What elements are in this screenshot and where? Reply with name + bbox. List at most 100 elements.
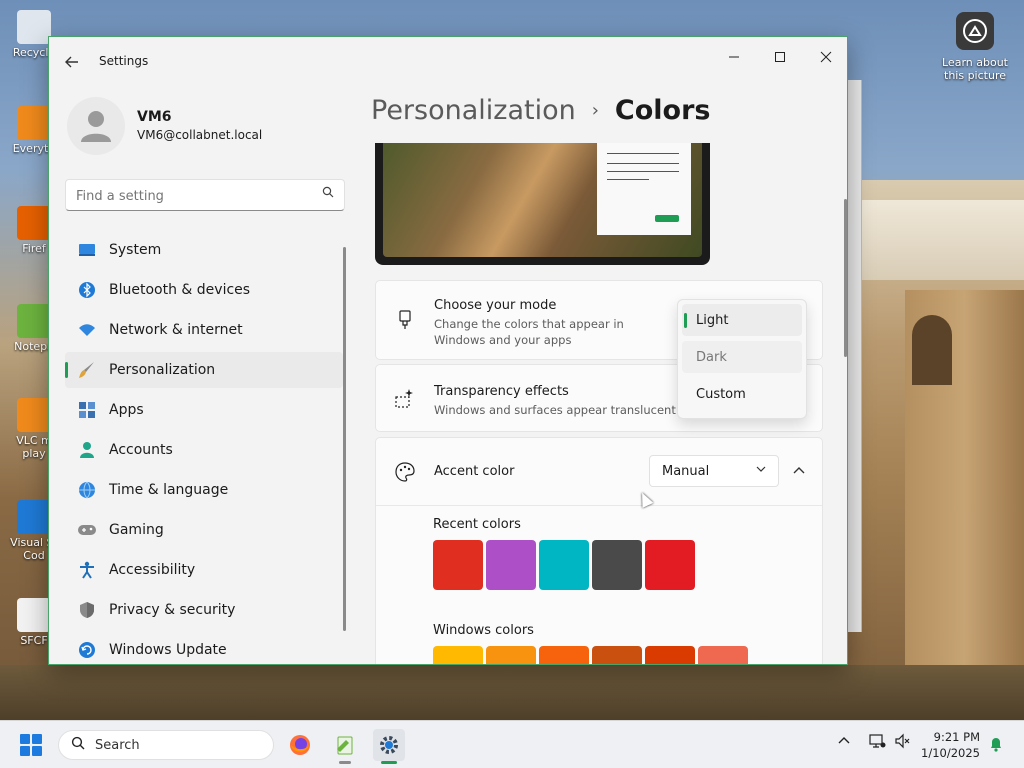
wifi-icon [77,320,97,340]
palette-icon [394,461,416,483]
mode-option-dark[interactable]: Dark [682,341,802,373]
search-input[interactable] [76,186,306,206]
app-icon [17,398,51,432]
learn-about-label: Learn about this picture [942,56,1008,82]
sidebar-item-privacy-security[interactable]: Privacy & security [65,592,343,628]
recent-color-swatch[interactable] [645,540,695,590]
sidebar-nav: System Bluetooth & devices Network & inter… [65,232,343,664]
arrow-left-icon [65,56,78,68]
windows-color-swatch[interactable] [698,646,748,664]
recent-color-swatch[interactable] [539,540,589,590]
title-bar[interactable]: Settings [49,37,847,85]
sidebar-item-label: Network & internet [109,322,243,338]
desktop-wallpaper-ground [0,665,1024,720]
sidebar-item-label: Gaming [109,522,164,538]
mode-option-custom[interactable]: Custom [682,378,802,410]
background-window-edge [848,80,862,632]
breadcrumb-parent[interactable]: Personalization [371,95,576,126]
gear-icon [380,736,398,754]
sidebar-item-label: Apps [109,402,144,418]
accent-mode-value: Manual [662,463,710,479]
accent-title: Accent color [434,464,515,479]
sidebar-item-time-language[interactable]: Time & language [65,472,343,508]
recent-colors-label: Recent colors [433,517,521,532]
sidebar-item-network-internet[interactable]: Network & internet [65,312,343,348]
firefox-icon [290,735,310,755]
taskbar-notepad-plus[interactable] [329,729,361,764]
sidebar-item-accessibility[interactable]: Accessibility [65,552,343,588]
taskbar-settings[interactable] [373,729,405,764]
accounts-icon [77,440,97,460]
search-icon [322,186,334,202]
desktop-wallpaper-town [860,200,1024,280]
close-icon [820,51,832,63]
windows-color-swatch[interactable] [645,646,695,664]
windows-colors-label: Windows colors [433,623,534,638]
windows-color-swatch[interactable] [433,646,483,664]
app-icon [17,106,51,140]
back-button[interactable] [61,51,83,73]
sidebar-item-label: Time & language [109,482,229,498]
taskbar-search-label: Search [95,737,140,753]
sidebar-item-label: System [109,242,162,258]
system-clock[interactable]: 9:21 PM 1/10/2025 [896,729,980,761]
shield-icon [77,600,97,620]
find-setting-search[interactable] [65,179,345,211]
mode-option-light[interactable]: Light [682,304,802,336]
recent-color-swatch[interactable] [592,540,642,590]
accent-mode-dropdown[interactable]: Manual [649,455,779,487]
avatar[interactable] [67,97,125,155]
sparkle-icon [394,387,416,409]
windows-color-swatch[interactable] [486,646,536,664]
sidebar-item-label: Accessibility [109,562,196,578]
search-icon [71,736,85,754]
taskbar-search[interactable]: Search [58,730,274,760]
transparency-subtitle: Windows and surfaces appear translucent [434,403,676,417]
app-icon [17,304,51,338]
windows-color-swatch[interactable] [592,646,642,664]
sidebar-scrollbar[interactable] [343,247,346,631]
mode-subtitle: Change the colors that appear in Windows… [434,317,624,347]
brush-icon [77,360,97,380]
breadcrumb: Personalization › Colors [371,95,710,126]
sidebar-item-bluetooth-devices[interactable]: Bluetooth & devices [65,272,343,308]
notification-bell-icon[interactable] [988,736,1004,752]
sidebar-item-label: Personalization [109,362,216,378]
breadcrumb-separator: › [591,100,599,121]
recent-color-swatch[interactable] [433,540,483,590]
theme-preview [375,143,710,265]
minimize-button[interactable] [711,41,757,73]
notepad-plus-icon [337,736,353,755]
close-button[interactable] [803,41,847,73]
recent-colors [433,540,695,590]
sidebar-item-personalization[interactable]: Personalization [65,352,343,388]
chevron-up-icon[interactable] [838,735,850,750]
transparency-title: Transparency effects [434,384,569,399]
recent-color-swatch[interactable] [486,540,536,590]
page-title: Colors [614,95,711,126]
mode-title: Choose your mode [434,298,557,313]
maximize-button[interactable] [757,41,803,73]
apps-icon [77,400,97,420]
start-button[interactable] [20,734,42,756]
profile-name: VM6 [137,109,172,125]
sidebar-item-gaming[interactable]: Gaming [65,512,343,548]
sidebar-item-apps[interactable]: Apps [65,392,343,428]
chevron-up-icon [793,467,805,474]
mode-menu: Light Dark Custom [677,299,807,419]
sidebar-item-windows-update[interactable]: Windows Update [65,632,343,664]
learn-about-picture[interactable]: Learn about this picture [938,12,1012,82]
chevron-down-icon [756,464,766,477]
maximize-icon [775,52,785,62]
taskbar-firefox[interactable] [284,729,316,761]
network-icon[interactable] [868,733,886,752]
app-icon [17,598,51,632]
sidebar-item-label: Accounts [109,442,173,458]
sidebar-item-accounts[interactable]: Accounts [65,432,343,468]
user-icon [81,111,111,142]
windows-color-swatch[interactable] [539,646,589,664]
clock-date: 1/10/2025 [921,746,980,760]
main-scrollbar[interactable] [844,199,847,357]
accent-collapse-button[interactable] [789,461,809,481]
sidebar-item-system[interactable]: System [65,232,343,268]
